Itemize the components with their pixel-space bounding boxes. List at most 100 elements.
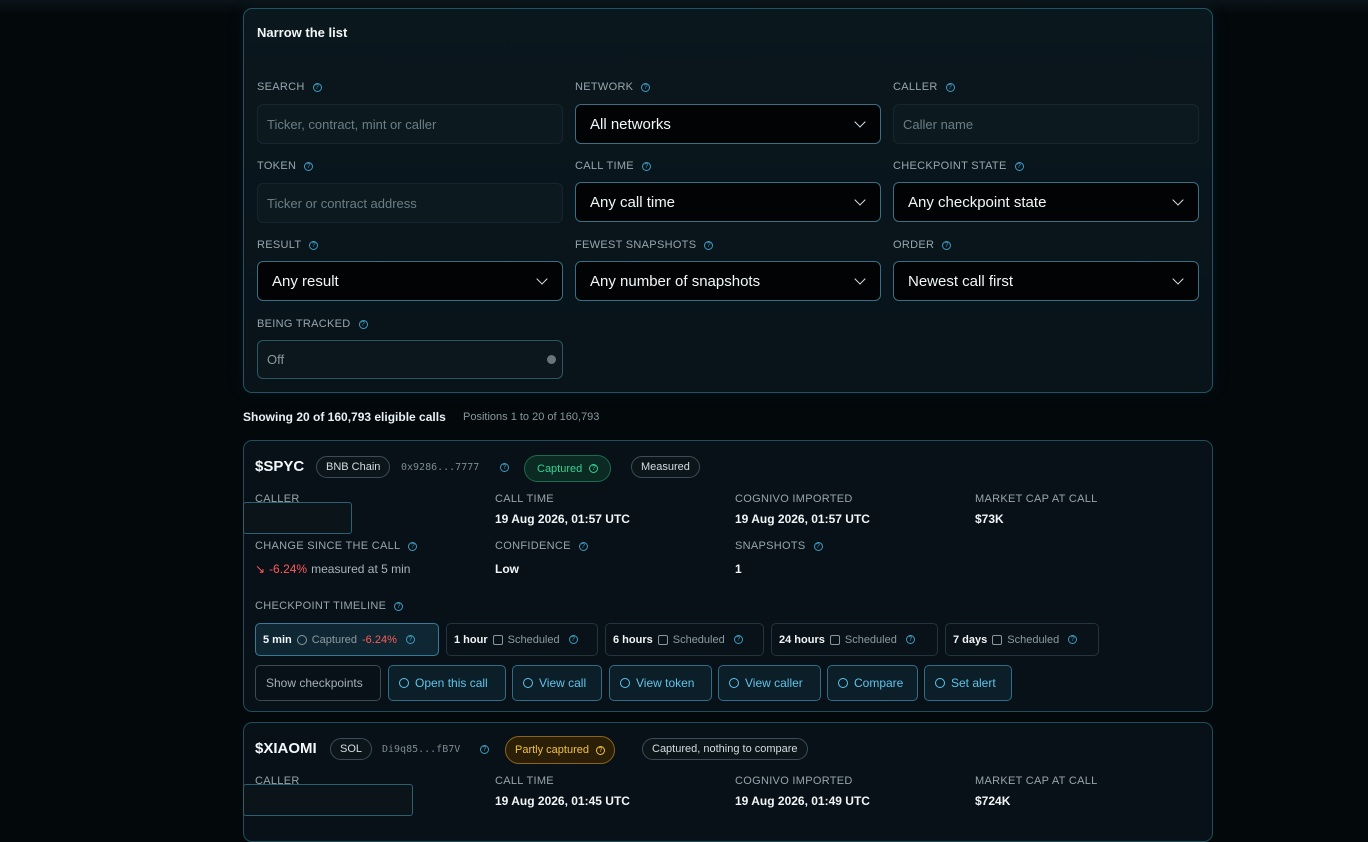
eye-icon bbox=[523, 678, 533, 688]
view-token-button[interactable]: View token bbox=[609, 665, 712, 701]
search-input[interactable]: Ticker, contract, mint or caller bbox=[257, 104, 563, 144]
search-label: SEARCH? bbox=[257, 81, 322, 93]
toggle-knob bbox=[547, 355, 556, 364]
caller-input[interactable]: Caller name bbox=[893, 104, 1199, 144]
chevron-down-icon bbox=[1172, 273, 1184, 285]
caller-link[interactable] bbox=[243, 784, 413, 816]
call-time-label: CALL TIME bbox=[495, 493, 554, 505]
chevron-down-icon bbox=[854, 116, 866, 128]
checkpoint-state-label: CHECKPOINT STATE? bbox=[893, 160, 1024, 172]
imported-label: COGNIVO IMPORTED bbox=[735, 493, 853, 505]
help-icon[interactable]: ? bbox=[595, 745, 605, 755]
help-icon[interactable]: ? bbox=[1014, 161, 1024, 171]
calendar-clock-icon bbox=[657, 634, 668, 645]
users-icon bbox=[729, 678, 739, 688]
call-time-value: 19 Aug 2026, 01:57 UTC bbox=[495, 512, 630, 526]
filter-panel-title: Narrow the list bbox=[257, 25, 348, 40]
snapshots-value: 1 bbox=[735, 562, 742, 576]
eye-icon bbox=[399, 678, 409, 688]
token-ticker[interactable]: $SPYC bbox=[255, 458, 304, 475]
help-icon[interactable]: ? bbox=[405, 635, 415, 644]
checkpoint-7days[interactable]: 7 days Scheduled ? bbox=[945, 623, 1099, 656]
alert-icon bbox=[935, 678, 945, 688]
change-value: ↘ -6.24% measured at 5 min bbox=[255, 562, 411, 576]
show-checkpoints-button[interactable]: Show checkpoints bbox=[255, 665, 381, 701]
results-positions: Positions 1 to 20 of 160,793 bbox=[463, 411, 600, 423]
help-icon[interactable]: ? bbox=[641, 161, 651, 171]
market-cap-value: $724K bbox=[975, 794, 1011, 808]
check-circle-icon bbox=[296, 634, 307, 645]
timeline-label: CHECKPOINT TIMELINE? bbox=[255, 600, 404, 612]
help-icon[interactable]: ? bbox=[500, 463, 509, 472]
result-badge: Measured bbox=[631, 456, 700, 478]
network-select[interactable]: All networks bbox=[575, 104, 881, 144]
help-icon[interactable]: ? bbox=[1068, 635, 1078, 644]
help-icon[interactable]: ? bbox=[905, 635, 915, 644]
help-icon[interactable]: ? bbox=[942, 240, 952, 250]
call-time-label: CALL TIME? bbox=[575, 160, 651, 172]
checkpoint-5min[interactable]: 5 min Captured -6.24% ? bbox=[255, 623, 439, 656]
help-icon[interactable]: ? bbox=[945, 82, 955, 92]
view-caller-button[interactable]: View caller bbox=[718, 665, 821, 701]
caller-label: CALLER? bbox=[893, 81, 955, 93]
search-icon bbox=[620, 678, 630, 688]
confidence-label: CONFIDENCE? bbox=[495, 540, 588, 552]
chevron-down-icon bbox=[1172, 194, 1184, 206]
capture-state-badge: Captured? bbox=[524, 455, 612, 482]
change-label: CHANGE SINCE THE CALL? bbox=[255, 540, 418, 552]
token-ticker[interactable]: $XIAOMI bbox=[255, 740, 317, 757]
help-icon[interactable]: ? bbox=[813, 541, 823, 551]
confidence-value: Low bbox=[495, 562, 519, 576]
checkpoint-6hours[interactable]: 6 hours Scheduled ? bbox=[605, 623, 764, 656]
call-card: $XIAOMI SOL Di9q85...fB7V ? Partly captu… bbox=[243, 722, 1213, 842]
result-select[interactable]: Any result bbox=[257, 261, 563, 301]
help-icon[interactable]: ? bbox=[312, 82, 322, 92]
result-badge: Captured, nothing to compare bbox=[642, 738, 808, 760]
network-badge: SOL bbox=[330, 738, 373, 760]
results-count: Showing 20 of 160,793 eligible calls bbox=[243, 410, 446, 424]
help-icon[interactable]: ? bbox=[568, 635, 578, 644]
fewest-snapshots-select[interactable]: Any number of snapshots bbox=[575, 261, 881, 301]
being-tracked-toggle[interactable]: Off bbox=[257, 340, 563, 379]
checkpoint-24hours[interactable]: 24 hours Scheduled ? bbox=[771, 623, 938, 656]
call-time-value: 19 Aug 2026, 01:45 UTC bbox=[495, 794, 630, 808]
order-label: ORDER? bbox=[893, 239, 952, 251]
checkpoint-state-select[interactable]: Any checkpoint state bbox=[893, 182, 1199, 222]
help-icon[interactable]: ? bbox=[480, 745, 489, 754]
compare-icon bbox=[838, 678, 848, 688]
compare-button[interactable]: Compare bbox=[827, 665, 918, 701]
open-call-button[interactable]: Open this call bbox=[388, 665, 506, 701]
market-cap-value: $73K bbox=[975, 512, 1004, 526]
help-icon[interactable]: ? bbox=[358, 319, 368, 329]
result-label: RESULT? bbox=[257, 239, 319, 251]
snapshots-label: SNAPSHOTS? bbox=[735, 540, 823, 552]
being-tracked-label: BEING TRACKED? bbox=[257, 318, 368, 330]
capture-state-badge: Partly captured? bbox=[505, 736, 615, 764]
call-time-select[interactable]: Any call time bbox=[575, 182, 881, 222]
filter-panel: Narrow the list SEARCH? Ticker, contract… bbox=[243, 8, 1213, 393]
market-cap-label: MARKET CAP AT CALL bbox=[975, 493, 1098, 505]
contract-address[interactable]: Di9q85...fB7V bbox=[382, 744, 460, 755]
help-icon[interactable]: ? bbox=[589, 464, 599, 473]
help-icon[interactable]: ? bbox=[578, 541, 588, 551]
chevron-down-icon bbox=[854, 273, 866, 285]
network-badge: BNB Chain bbox=[316, 456, 391, 478]
help-icon[interactable]: ? bbox=[641, 82, 651, 92]
help-icon[interactable]: ? bbox=[394, 601, 404, 611]
help-icon[interactable]: ? bbox=[304, 161, 314, 171]
checkpoint-1hour[interactable]: 1 hour Scheduled ? bbox=[446, 623, 598, 656]
help-icon[interactable]: ? bbox=[408, 541, 418, 551]
call-time-label: CALL TIME bbox=[495, 775, 554, 787]
view-call-button[interactable]: View call bbox=[512, 665, 602, 701]
contract-address[interactable]: 0x9286...7777 bbox=[401, 462, 479, 473]
help-icon[interactable]: ? bbox=[733, 635, 743, 644]
order-select[interactable]: Newest call first bbox=[893, 261, 1199, 301]
caller-link[interactable] bbox=[243, 502, 352, 534]
token-input[interactable]: Ticker or contract address bbox=[257, 183, 563, 223]
help-icon[interactable]: ? bbox=[704, 240, 714, 250]
chevron-down-icon bbox=[536, 273, 548, 285]
fewest-snapshots-label: FEWEST SNAPSHOTS? bbox=[575, 239, 714, 251]
set-alert-button[interactable]: Set alert bbox=[924, 665, 1012, 701]
help-icon[interactable]: ? bbox=[309, 240, 319, 250]
trend-down-icon: ↘ bbox=[255, 562, 266, 576]
